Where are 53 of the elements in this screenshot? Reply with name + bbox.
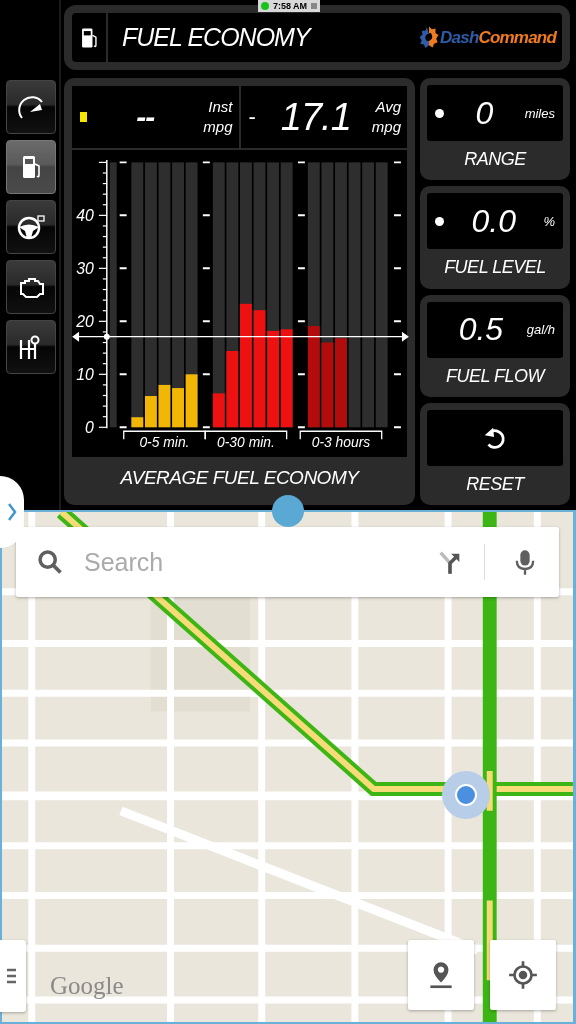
gear-logo-icon: [418, 24, 441, 51]
line-end-icon: [72, 331, 80, 342]
square-icon: [311, 3, 317, 9]
axis-label: 0: [85, 419, 94, 437]
search-field[interactable]: Search: [82, 546, 436, 578]
steering-wheel-icon: [16, 212, 46, 242]
axis-label: 10: [76, 366, 94, 384]
readout-unit: mpg: [203, 117, 233, 137]
group-label: 0-30 min.: [217, 434, 275, 451]
group-label: 0-3 hours: [311, 434, 371, 451]
readout-value: --: [136, 100, 155, 134]
gauge-unit: %: [543, 213, 555, 229]
crosshair-icon: [507, 959, 539, 991]
gauge-label: FUEL FLOW: [444, 364, 547, 388]
screen-title: FUEL ECONOMY: [122, 23, 310, 52]
axis-label: 30: [76, 260, 94, 278]
chart-bar: [172, 388, 184, 428]
line-end-icon: [401, 331, 409, 342]
sidebar-button[interactable]: [6, 140, 56, 194]
axis-label: 20: [76, 313, 94, 331]
my-location-button[interactable]: [490, 940, 556, 1010]
status-dot-icon: [261, 2, 269, 10]
sidebar-button[interactable]: [6, 200, 56, 254]
clock-time: 7:58 AM: [272, 1, 308, 11]
gauge-label: FUEL LEVEL: [443, 256, 547, 280]
pin-button[interactable]: [408, 940, 474, 1010]
gauge-label: RESET: [465, 472, 527, 496]
chart-bar: [185, 374, 198, 428]
readout-unit: mpg: [371, 117, 401, 137]
axis-label: 40: [76, 207, 94, 225]
chart-title: AVERAGE FUEL ECONOMY: [119, 466, 361, 490]
gauge-unit: miles: [524, 105, 555, 121]
gauge-value: 0: [475, 94, 494, 132]
menu-button[interactable]: [0, 940, 26, 1012]
indicator-icon: [80, 112, 87, 122]
map-attribution: Google: [50, 972, 124, 1000]
brand-logo: DashCommand: [440, 27, 556, 48]
gauge-value: 0.0: [471, 202, 516, 240]
gauge-label: RANGE: [463, 148, 528, 171]
sidebar-button[interactable]: [6, 320, 56, 374]
gauge-unit: gal/h: [526, 322, 555, 337]
search-icon: [36, 548, 64, 576]
line-marker-icon: [103, 333, 110, 340]
gauge-value: 0.5: [458, 311, 504, 348]
readout-label: Inst: [208, 97, 233, 117]
search-bar[interactable]: Search: [16, 527, 559, 597]
readout-sign: -: [248, 104, 256, 130]
readout-label: Avg: [375, 97, 401, 117]
group-label: 0-5 min.: [139, 434, 190, 451]
sidebar-button[interactable]: [6, 80, 56, 134]
sidebar-button[interactable]: [6, 260, 56, 314]
readout-value: 17.1: [280, 95, 351, 139]
chart-bar: [158, 384, 171, 428]
